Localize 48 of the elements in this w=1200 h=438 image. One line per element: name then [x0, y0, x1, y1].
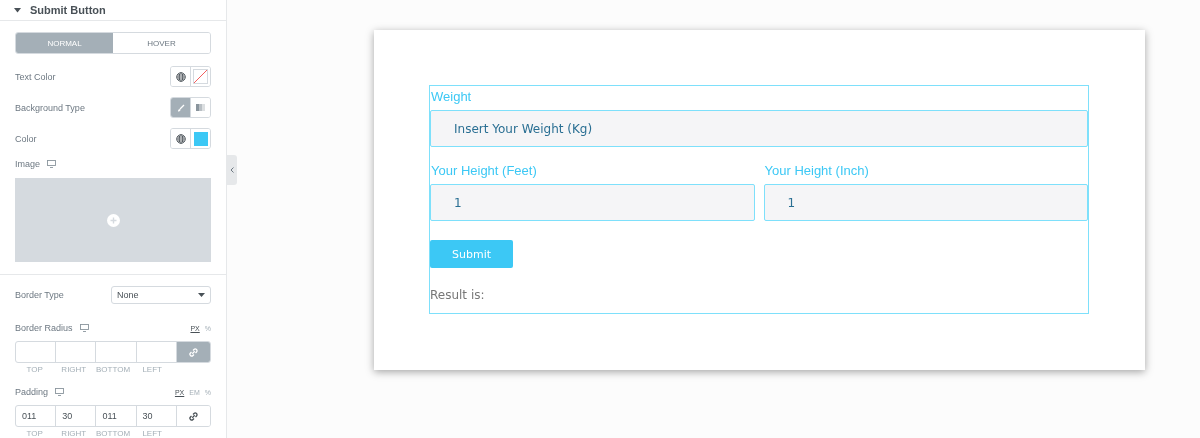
brush-icon — [176, 103, 185, 112]
side-label: LEFT — [141, 428, 163, 438]
dimension-input[interactable]: 30 — [136, 406, 177, 426]
dimension-input[interactable]: 011 — [96, 406, 137, 426]
gradient-icon — [196, 104, 205, 111]
height-input[interactable]: 1 — [763, 184, 1088, 221]
globe-icon — [175, 71, 186, 82]
side-label: TOP — [25, 364, 44, 374]
plus-icon — [106, 213, 120, 227]
control-label: Color — [15, 133, 37, 144]
field-label: Your Height (Feet) — [430, 162, 538, 180]
field-label: Weight — [430, 88, 473, 106]
side-label: RIGHT — [60, 364, 88, 374]
monitor-icon — [47, 160, 56, 168]
dimension-input[interactable]: 011 — [16, 406, 57, 426]
image-dropzone[interactable] — [15, 178, 211, 262]
height-input[interactable]: 1 — [430, 184, 755, 221]
collapse-handle[interactable] — [227, 155, 237, 185]
gradient-button[interactable] — [190, 98, 210, 117]
chevron-left-icon — [230, 167, 234, 173]
side-label: RIGHT — [60, 428, 88, 438]
control-label: Background Type — [15, 102, 85, 113]
monitor-icon — [55, 388, 65, 396]
control-label: Image — [15, 159, 40, 169]
link-toggle[interactable] — [176, 342, 210, 362]
side-label: TOP — [25, 428, 44, 438]
link-icon — [188, 347, 198, 357]
color-swatch[interactable] — [190, 129, 210, 148]
side-label: LEFT — [141, 364, 163, 374]
control-label: Text Color — [15, 71, 56, 82]
monitor-icon — [79, 324, 89, 332]
border-type-select[interactable]: None — [111, 286, 211, 304]
caret-icon[interactable] — [14, 7, 21, 13]
control-label: Border Type — [15, 290, 64, 300]
side-label: BOTTOM — [94, 364, 132, 374]
globe-icon — [175, 133, 186, 144]
brush-button[interactable] — [171, 98, 190, 117]
result-text: Result is: — [430, 288, 485, 302]
control-label: Border Radius — [15, 323, 73, 333]
caret-icon — [198, 293, 205, 297]
dimension-input[interactable]: 30 — [56, 406, 97, 426]
field-label: Your Height (Inch) — [763, 162, 870, 180]
link-icon — [188, 411, 198, 421]
weight-input[interactable]: Insert Your Weight (Kg) — [430, 110, 1088, 147]
control-label: Padding — [15, 387, 49, 397]
side-label: BOTTOM — [94, 428, 132, 438]
color-swatch[interactable] — [190, 67, 210, 86]
section-title: Submit Button — [30, 4, 106, 16]
